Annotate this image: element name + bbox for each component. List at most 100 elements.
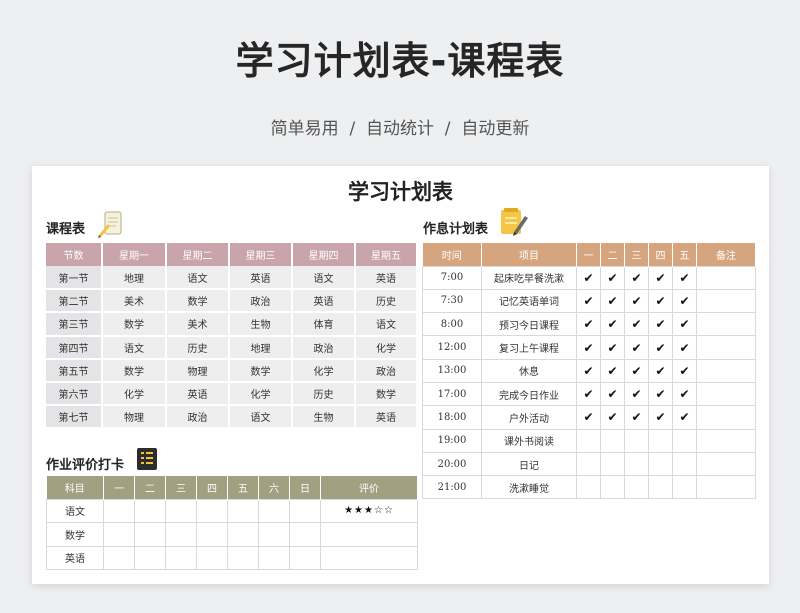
table-cell[interactable]: 英语 (355, 266, 418, 291)
table-cell[interactable] (624, 475, 649, 500)
table-cell[interactable]: 12:00 (422, 335, 482, 360)
table-cell[interactable] (648, 428, 673, 453)
table-cell[interactable]: 7:30 (422, 288, 482, 314)
table-cell[interactable]: 洗漱睡觉 (481, 475, 577, 500)
table-cell[interactable] (672, 451, 697, 477)
table-cell[interactable]: ✔ (648, 288, 673, 314)
table-cell[interactable]: 历史 (166, 335, 230, 360)
table-cell[interactable]: ✔ (576, 288, 601, 314)
table-cell[interactable]: 7:00 (422, 265, 482, 290)
table-cell[interactable]: 户外活动 (481, 405, 577, 430)
table-cell[interactable]: ✔ (576, 335, 601, 360)
table-cell[interactable]: 第七节 (46, 405, 103, 430)
table-cell[interactable]: ✔ (624, 288, 649, 314)
table-cell[interactable]: ✔ (600, 405, 625, 430)
table-cell[interactable]: 数学 (46, 522, 104, 547)
table-cell[interactable]: ✔ (648, 265, 673, 290)
table-cell[interactable] (576, 451, 601, 477)
table-cell[interactable]: 语文 (229, 405, 293, 430)
table-cell[interactable]: ✔ (576, 405, 601, 430)
table-cell[interactable] (289, 522, 321, 547)
table-cell[interactable]: 第三节 (46, 312, 103, 337)
table-cell[interactable]: 17:00 (422, 381, 482, 407)
table-cell[interactable] (258, 522, 290, 547)
table-cell[interactable] (648, 451, 673, 477)
table-cell[interactable]: ✔ (672, 312, 697, 337)
table-cell[interactable] (672, 428, 697, 453)
table-cell[interactable]: 语文 (292, 266, 356, 291)
table-cell[interactable]: 第五节 (46, 358, 103, 383)
table-cell[interactable]: ✔ (624, 358, 649, 383)
table-cell[interactable] (696, 358, 756, 383)
table-cell[interactable]: ✔ (672, 265, 697, 290)
table-cell[interactable]: 美术 (102, 289, 167, 314)
table-cell[interactable] (227, 522, 259, 547)
table-cell[interactable] (648, 475, 673, 500)
table-cell[interactable]: 地理 (102, 266, 167, 291)
table-cell[interactable]: ✔ (648, 358, 673, 383)
table-cell[interactable]: 数学 (102, 358, 167, 383)
table-cell[interactable]: ✔ (600, 288, 625, 314)
table-cell[interactable]: 数学 (102, 312, 167, 337)
table-cell[interactable] (576, 428, 601, 453)
table-cell[interactable] (103, 545, 135, 570)
table-cell[interactable]: 生物 (229, 312, 293, 337)
table-cell[interactable] (227, 545, 259, 570)
table-cell[interactable]: ✔ (600, 358, 625, 383)
table-cell[interactable]: 美术 (166, 312, 230, 337)
table-cell[interactable]: 数学 (229, 358, 293, 383)
table-cell[interactable]: ✔ (672, 405, 697, 430)
table-cell[interactable] (103, 522, 135, 547)
table-cell[interactable]: ✔ (600, 381, 625, 407)
table-cell[interactable] (624, 451, 649, 477)
table-cell[interactable] (320, 522, 418, 547)
table-cell[interactable]: 21:00 (422, 475, 482, 500)
table-cell[interactable] (227, 498, 259, 523)
table-cell[interactable]: ✔ (648, 381, 673, 407)
table-cell[interactable]: 生物 (292, 405, 356, 430)
table-cell[interactable]: 英语 (355, 405, 418, 430)
table-cell[interactable]: 20:00 (422, 451, 482, 477)
table-cell[interactable]: ✔ (624, 265, 649, 290)
table-cell[interactable]: ✔ (648, 335, 673, 360)
table-cell[interactable]: 起床吃早餐洗漱 (481, 265, 577, 290)
table-cell[interactable] (696, 312, 756, 337)
table-cell[interactable]: ✔ (672, 381, 697, 407)
table-cell[interactable]: 休息 (481, 358, 577, 383)
table-cell[interactable]: ✔ (624, 335, 649, 360)
table-cell[interactable]: 英语 (166, 381, 230, 407)
table-cell[interactable]: 化学 (292, 358, 356, 383)
table-cell[interactable]: ✔ (672, 358, 697, 383)
table-cell[interactable]: 历史 (292, 381, 356, 407)
table-cell[interactable]: ✔ (600, 312, 625, 337)
table-cell[interactable]: 化学 (229, 381, 293, 407)
table-cell[interactable] (600, 451, 625, 477)
table-cell[interactable]: 政治 (229, 289, 293, 314)
table-cell[interactable] (696, 288, 756, 314)
table-cell[interactable]: 物理 (166, 358, 230, 383)
table-cell[interactable] (258, 498, 290, 523)
table-cell[interactable]: 语文 (102, 335, 167, 360)
table-cell[interactable]: 政治 (166, 405, 230, 430)
table-cell[interactable] (103, 498, 135, 523)
table-cell[interactable] (196, 522, 228, 547)
table-cell[interactable] (672, 475, 697, 500)
table-cell[interactable] (165, 498, 197, 523)
table-cell[interactable]: 数学 (355, 381, 418, 407)
table-cell[interactable]: 地理 (229, 335, 293, 360)
table-cell[interactable] (134, 498, 166, 523)
table-cell[interactable] (696, 265, 756, 290)
table-cell[interactable]: ✔ (600, 265, 625, 290)
table-cell[interactable]: 第六节 (46, 381, 103, 407)
table-cell[interactable]: 历史 (355, 289, 418, 314)
table-cell[interactable]: ✔ (624, 381, 649, 407)
table-cell[interactable]: 完成今日作业 (481, 381, 577, 407)
table-cell[interactable] (165, 522, 197, 547)
table-cell[interactable] (600, 428, 625, 453)
table-cell[interactable] (624, 428, 649, 453)
table-cell[interactable] (196, 498, 228, 523)
table-cell[interactable] (196, 545, 228, 570)
table-cell[interactable] (134, 545, 166, 570)
table-cell[interactable]: 政治 (355, 358, 418, 383)
table-cell[interactable]: 英语 (292, 289, 356, 314)
